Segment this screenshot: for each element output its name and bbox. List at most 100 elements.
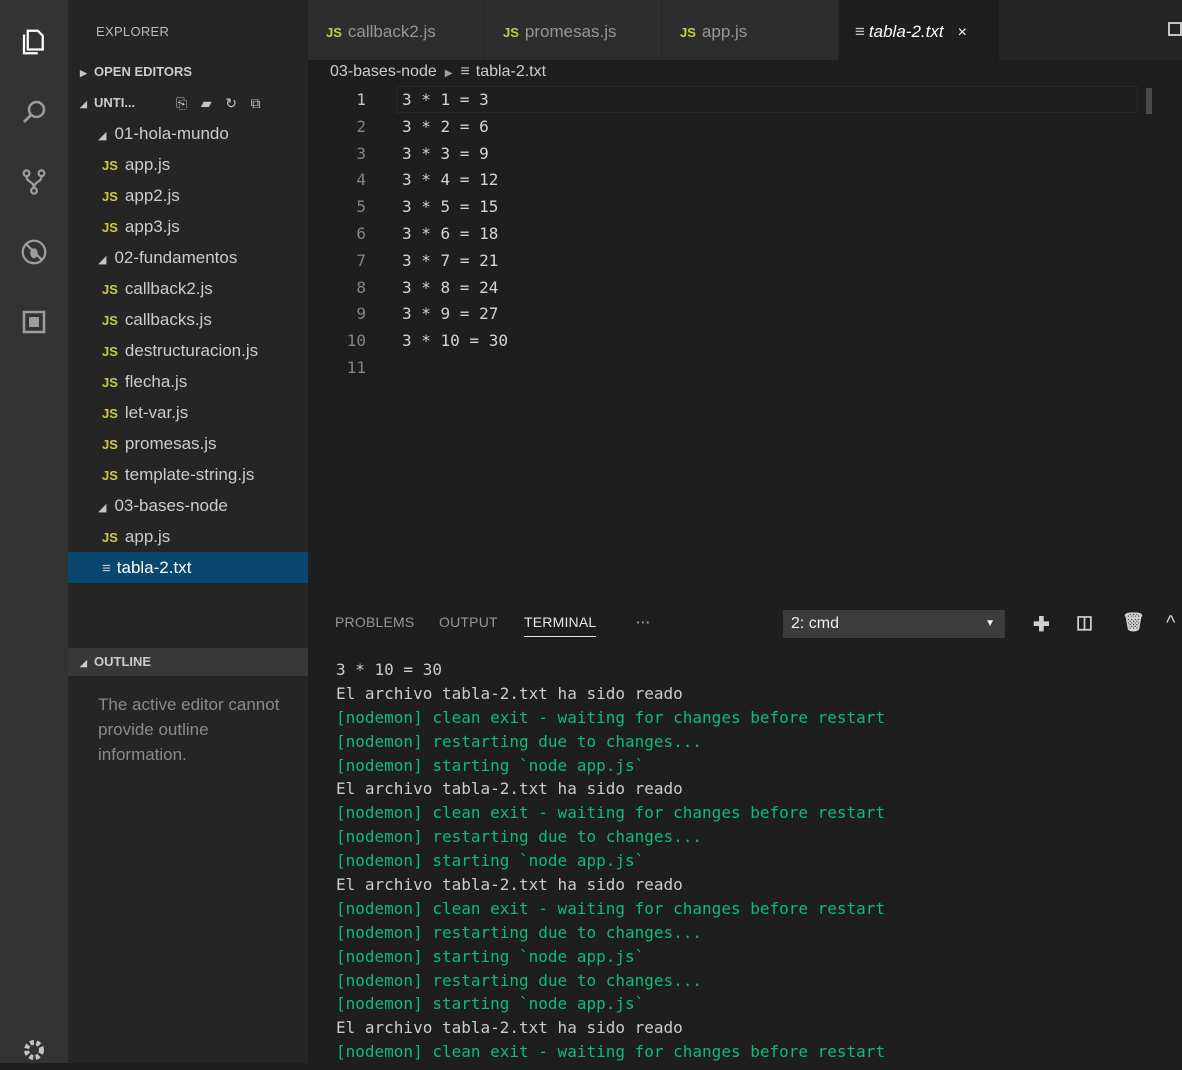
tree-file[interactable]: JS app.js (68, 521, 308, 552)
js-file-icon: JS (102, 437, 118, 452)
extensions-icon[interactable] (14, 302, 54, 342)
workspace-actions: ⎘ ▰ ↻ ⧉ (166, 92, 261, 114)
new-file-icon[interactable]: ⎘ (176, 92, 187, 114)
js-file-icon: JS (326, 25, 342, 40)
terminal-line: [nodemon] restarting due to changes... (336, 731, 703, 751)
refresh-icon[interactable]: ↻ (225, 92, 237, 114)
terminal-select[interactable]: 2: cmd ▼ (783, 610, 1005, 638)
js-file-icon: JS (680, 25, 696, 40)
tree-file[interactable]: JS destructuracion.js (68, 335, 308, 366)
terminal-line: [nodemon] restarting due to changes... (336, 827, 703, 847)
tab-tabla-2-txt[interactable]: ≡ tabla-2.txt × (839, 0, 999, 60)
minimap-slider[interactable] (1146, 88, 1152, 114)
settings-gear-icon[interactable] (14, 1030, 54, 1070)
split-editor-icon[interactable] (1168, 22, 1182, 36)
text-file-icon: ≡ (855, 22, 865, 41)
code-line: 3 3 * 3 = 9 (308, 140, 1108, 167)
tree-file[interactable]: JS promesas.js (68, 428, 308, 459)
code-line: 1 3 * 1 = 3 (308, 86, 1108, 113)
tree-folder[interactable]: ◢ 02-fundamentos (68, 242, 308, 273)
tree-file[interactable]: JS template-string.js (68, 459, 308, 490)
code-text: 3 * 5 = 15 (402, 197, 499, 217)
debug-icon[interactable] (14, 232, 54, 272)
terminal-line: [nodemon] starting `node app.js` (336, 755, 645, 775)
chevron-down-icon: ◢ (98, 130, 107, 142)
terminal-line: [nodemon] restarting due to changes... (336, 922, 703, 942)
tree-file[interactable]: JS callback2.js (68, 273, 308, 304)
code-line: 4 3 * 4 = 12 (308, 166, 1108, 193)
tab-callback2-js[interactable]: JS callback2.js (308, 0, 484, 60)
chevron-down-icon: ▼ (985, 618, 995, 629)
breadcrumb: 03-bases-node ▶ ≡ tabla-2.txt (330, 60, 546, 84)
terminal-line: [nodemon] clean exit - waiting for chang… (336, 898, 886, 918)
more-actions-icon[interactable]: ··· (636, 614, 651, 630)
tree-file[interactable]: ≡ tabla-2.txt (68, 552, 308, 583)
terminal-line: [nodemon] clean exit - waiting for chang… (336, 707, 886, 727)
tree-item-label: app.js (124, 155, 171, 174)
line-number: 8 (356, 277, 366, 297)
collapse-all-icon[interactable]: ⧉ (251, 92, 261, 114)
tab-app-js[interactable]: JS app.js (662, 0, 838, 60)
code-text: 3 * 9 = 27 (402, 304, 499, 324)
close-icon[interactable]: × (958, 24, 967, 41)
text-file-icon: ≡ (102, 560, 111, 577)
code-editor[interactable]: 1 3 * 1 = 3 2 3 * 2 = 6 3 3 * 3 = 9 4 3 * 4 = 1… (308, 86, 1182, 602)
tab-label: callback2.js (347, 22, 436, 41)
tree-file[interactable]: JS app.js (68, 149, 308, 180)
terminal-line: El archivo tabla-2.txt ha sido reado (336, 683, 683, 703)
terminal-line: [nodemon] starting `node app.js` (336, 851, 645, 871)
new-folder-icon[interactable]: ▰ (201, 92, 212, 114)
workspace-section[interactable]: ◢ UNTI... ⎘ ▰ ↻ ⧉ (68, 92, 308, 114)
tab-terminal[interactable]: TERMINAL (524, 614, 597, 637)
js-file-icon: JS (102, 220, 118, 235)
tree-folder[interactable]: ◢ 03-bases-node (68, 490, 308, 521)
terminal-line: [nodemon] starting `node app.js` (336, 994, 645, 1014)
tab-label: promesas.js (524, 22, 617, 41)
code-line: 5 3 * 5 = 15 (308, 193, 1108, 220)
tab-output[interactable]: OUTPUT (439, 614, 498, 630)
tree-file[interactable]: JS let-var.js (68, 397, 308, 428)
code-line: 8 3 * 8 = 24 (308, 274, 1108, 301)
js-file-icon: JS (102, 468, 118, 483)
tree-folder[interactable]: ◢ 01-hola-mundo (68, 118, 308, 149)
tab-problems[interactable]: PROBLEMS (335, 614, 414, 630)
chevron-down-icon: ◢ (80, 99, 87, 109)
open-editors-label: OPEN EDITORS (94, 64, 193, 79)
js-file-icon: JS (102, 375, 118, 390)
tree-file[interactable]: JS flecha.js (68, 366, 308, 397)
terminal-line: [nodemon] restarting due to changes... (336, 970, 703, 990)
tree-item-label: destructuracion.js (124, 341, 259, 360)
tree-file[interactable]: JS callbacks.js (68, 304, 308, 335)
tree-item-label: template-string.js (124, 465, 255, 484)
explorer-files-icon[interactable] (14, 22, 54, 62)
tree-file[interactable]: JS app2.js (68, 180, 308, 211)
breadcrumb-folder[interactable]: 03-bases-node (330, 63, 437, 80)
search-icon[interactable] (14, 92, 54, 132)
tree-file[interactable]: JS app3.js (68, 211, 308, 242)
js-file-icon: JS (102, 158, 118, 173)
terminal-line: El archivo tabla-2.txt ha sido reado (336, 1018, 683, 1038)
outline-section[interactable]: ◢ OUTLINE (68, 648, 308, 676)
code-line: 9 3 * 9 = 27 (308, 300, 1108, 327)
tree-item-label: flecha.js (124, 372, 188, 391)
tree-item-label: 02-fundamentos (114, 248, 238, 267)
js-file-icon: JS (102, 344, 118, 359)
outline-message: The active editor cannot provide outline… (98, 695, 280, 764)
new-terminal-icon[interactable]: ✚ (1033, 612, 1050, 637)
code-line: 7 3 * 7 = 21 (308, 247, 1108, 274)
code-text: 3 * 10 = 30 (402, 331, 508, 351)
source-control-icon[interactable] (14, 162, 54, 202)
code-line: 2 3 * 2 = 6 (308, 113, 1108, 140)
line-number: 5 (356, 197, 366, 217)
tab-promesas-js[interactable]: JS promesas.js (485, 0, 661, 60)
trash-icon[interactable]: 🗑 (1122, 612, 1145, 633)
split-terminal-icon[interactable]: ◫ (1076, 612, 1093, 633)
code-line: 11 (308, 354, 1108, 381)
breadcrumb-file[interactable]: tabla-2.txt (476, 63, 546, 80)
open-editors-section[interactable]: ▶ OPEN EDITORS (68, 61, 308, 83)
terminal-output[interactable]: 3 * 10 = 30 El archivo tabla-2.txt ha sid… (336, 658, 1182, 1063)
js-file-icon: JS (102, 530, 118, 545)
chevron-up-icon[interactable]: ^ (1166, 612, 1175, 635)
code-text: 3 * 2 = 6 (402, 116, 489, 136)
chevron-down-icon: ◢ (98, 254, 107, 266)
